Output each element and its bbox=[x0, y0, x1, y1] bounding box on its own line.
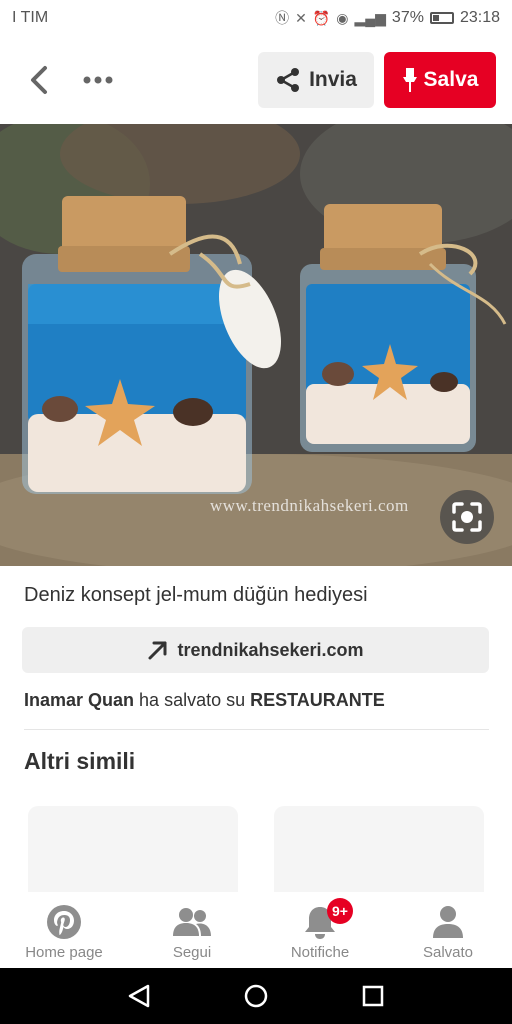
bottom-navigation: Home page Segui 9+ Notifiche Salvato bbox=[0, 892, 512, 968]
notification-badge: 9+ bbox=[327, 898, 353, 924]
divider bbox=[24, 729, 489, 730]
more-like-this-title: Altri simili bbox=[24, 748, 136, 774]
nav-saved[interactable]: Salvato bbox=[384, 892, 512, 968]
saved-by-text: ha salvato su bbox=[139, 690, 246, 710]
board-name[interactable]: RESTAURANTE bbox=[250, 690, 385, 710]
people-icon bbox=[173, 908, 211, 936]
more-options-button[interactable] bbox=[76, 58, 120, 102]
back-button[interactable] bbox=[16, 58, 60, 102]
send-label: Invia bbox=[309, 68, 357, 91]
system-recents-icon[interactable] bbox=[360, 983, 386, 1009]
pin-description: Deniz konsept jel-mum düğün hediyesi bbox=[24, 584, 368, 606]
nav-following[interactable]: Segui bbox=[128, 892, 256, 968]
pin-image[interactable]: www.trendnikahsekeri.com bbox=[0, 124, 512, 566]
alarm-icon: ⏰ bbox=[312, 9, 331, 26]
status-bar: I TIM Ⓝ ✕ ⏰ ◉ ▂▄▆ 37% 23:18 bbox=[0, 0, 512, 36]
nav-following-label: Segui bbox=[172, 944, 212, 961]
chevron-left-icon bbox=[31, 66, 47, 94]
arrow-up-right-icon bbox=[148, 641, 167, 660]
nav-home-label: Home page bbox=[25, 944, 103, 961]
clock: 23:18 bbox=[459, 9, 500, 26]
pin-icon bbox=[402, 68, 417, 92]
battery-icon bbox=[429, 12, 454, 24]
signal-icon: ▂▄▆ bbox=[354, 9, 386, 26]
pinterest-logo-icon bbox=[47, 905, 81, 939]
system-home-icon[interactable] bbox=[243, 983, 269, 1009]
status-icons: Ⓝ ✕ ⏰ ◉ ▂▄▆ 37% 23:18 bbox=[275, 8, 500, 28]
nfc-icon: Ⓝ bbox=[275, 10, 290, 26]
ellipsis-icon bbox=[83, 76, 113, 84]
source-link-label: trendnikahsekeri.com bbox=[177, 639, 364, 660]
saved-by-line: Inamar Quan ha salvato su RESTAURANTE bbox=[24, 690, 385, 711]
visual-search-button[interactable] bbox=[440, 490, 494, 544]
send-button[interactable]: Invia bbox=[258, 52, 374, 108]
visual-search-icon bbox=[452, 502, 482, 532]
nav-notifications-label: Notifiche bbox=[290, 944, 350, 961]
eye-icon: ◉ bbox=[336, 9, 349, 26]
battery-percent: 37% bbox=[391, 9, 424, 26]
person-icon bbox=[433, 906, 463, 938]
system-navigation-bar bbox=[0, 968, 512, 1024]
saver-name[interactable]: Inamar Quan bbox=[24, 690, 134, 710]
notification-icon: ✕ bbox=[295, 9, 307, 26]
system-back-icon[interactable] bbox=[126, 983, 152, 1009]
image-watermark: www.trendnikahsekeri.com bbox=[210, 496, 409, 515]
save-label: Salva bbox=[423, 68, 479, 91]
nav-notifications[interactable]: 9+ Notifiche bbox=[256, 892, 384, 968]
save-button[interactable]: Salva bbox=[384, 52, 496, 108]
carrier-label: I TIM bbox=[12, 9, 49, 26]
nav-home[interactable]: Home page bbox=[0, 892, 128, 968]
top-bar: Invia Salva bbox=[0, 36, 512, 124]
nav-saved-label: Salvato bbox=[422, 944, 474, 961]
share-icon bbox=[277, 68, 300, 92]
source-link-button[interactable]: trendnikahsekeri.com bbox=[22, 627, 489, 673]
